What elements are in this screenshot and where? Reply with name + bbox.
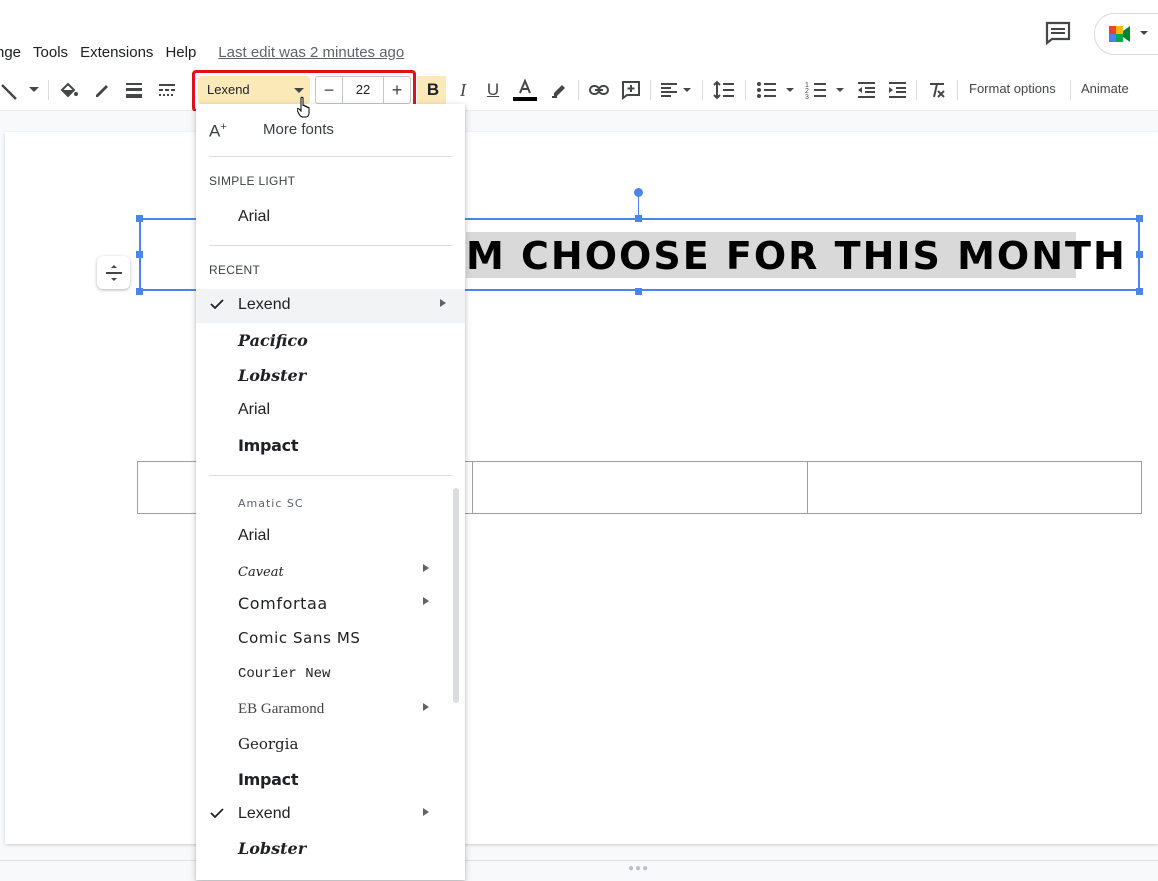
border-color-icon[interactable] bbox=[90, 78, 114, 102]
resize-handle[interactable] bbox=[1136, 288, 1143, 295]
submenu-arrow-icon bbox=[423, 808, 429, 816]
font-option[interactable]: Pacifico bbox=[196, 324, 465, 358]
comment-history-icon[interactable] bbox=[1044, 20, 1072, 46]
bulleted-list-icon[interactable] bbox=[754, 78, 798, 102]
divider bbox=[916, 80, 917, 100]
insert-link-icon[interactable] bbox=[587, 78, 611, 102]
clear-formatting-icon[interactable] bbox=[925, 78, 949, 102]
numbered-list-icon[interactable]: 123 bbox=[804, 78, 848, 102]
font-option-selected[interactable]: Lexend bbox=[196, 798, 465, 832]
submenu-arrow-icon bbox=[423, 597, 429, 605]
font-option[interactable]: Impact bbox=[196, 763, 465, 797]
font-option[interactable]: Lobster bbox=[196, 359, 465, 393]
divider bbox=[702, 80, 703, 100]
font-option[interactable]: Arial bbox=[196, 201, 465, 235]
font-name-label: Lexend bbox=[207, 82, 250, 97]
submenu-arrow-icon bbox=[440, 299, 446, 307]
divider bbox=[650, 80, 651, 100]
font-family-dropdown[interactable]: Lexend bbox=[198, 76, 310, 104]
align-left-icon[interactable] bbox=[658, 78, 694, 102]
drag-handle-icon[interactable]: ●●● bbox=[628, 863, 649, 874]
checkmark-icon bbox=[210, 808, 224, 818]
checkmark-icon bbox=[210, 299, 224, 309]
font-option[interactable]: Comfortaa bbox=[196, 587, 465, 621]
divider bbox=[578, 80, 579, 100]
resize-handle[interactable] bbox=[136, 288, 143, 295]
slide-title[interactable]: M CHOOSE FOR THIS MONTH bbox=[466, 232, 1127, 278]
menu-divider bbox=[209, 245, 453, 246]
divider bbox=[957, 80, 958, 100]
fill-color-icon[interactable] bbox=[56, 78, 80, 102]
menu-arrange[interactable]: nge bbox=[0, 44, 33, 61]
font-option[interactable]: Georgia bbox=[196, 728, 465, 762]
border-weight-icon[interactable] bbox=[122, 78, 146, 102]
line-spacing-icon[interactable] bbox=[711, 78, 737, 102]
menu-divider bbox=[209, 156, 453, 157]
text-color-icon[interactable] bbox=[512, 78, 538, 102]
font-option[interactable]: Caveat bbox=[196, 555, 465, 589]
line-tool-icon[interactable] bbox=[0, 78, 22, 102]
add-font-icon: A+ bbox=[209, 121, 227, 141]
format-options-button[interactable]: Format options bbox=[969, 81, 1056, 96]
submenu-arrow-icon bbox=[423, 564, 429, 572]
table-cell-divider bbox=[472, 462, 473, 513]
table-cell-divider bbox=[807, 462, 808, 513]
font-menu: A+ More fonts SIMPLE LIGHT Arial RECENT … bbox=[196, 104, 465, 880]
font-option[interactable]: Arial bbox=[196, 520, 465, 554]
italic-icon[interactable]: I bbox=[452, 78, 474, 102]
divider bbox=[48, 80, 49, 100]
underline-icon[interactable]: U bbox=[482, 78, 504, 102]
menu-bar: nge Tools Extensions Help Last edit was … bbox=[0, 40, 404, 64]
last-edit-link[interactable]: Last edit was 2 minutes ago bbox=[218, 44, 404, 61]
font-option[interactable]: Amatic SC bbox=[196, 487, 465, 521]
animate-button[interactable]: Animate bbox=[1081, 81, 1129, 96]
resize-handle[interactable] bbox=[1136, 215, 1143, 222]
menu-tools[interactable]: Tools bbox=[33, 44, 80, 61]
resize-handle[interactable] bbox=[635, 288, 642, 295]
hand-cursor-icon bbox=[297, 96, 310, 118]
font-size-input[interactable]: 22 bbox=[342, 77, 384, 103]
divider bbox=[1070, 80, 1071, 100]
decrease-indent-icon[interactable] bbox=[854, 78, 878, 102]
font-option[interactable]: Comic Sans MS bbox=[196, 622, 465, 656]
font-option-selected[interactable]: Lexend bbox=[196, 289, 465, 323]
submenu-arrow-icon bbox=[423, 703, 429, 711]
increase-font-size-button[interactable]: + bbox=[383, 77, 410, 103]
menu-scrollbar[interactable] bbox=[453, 488, 459, 703]
rotation-handle[interactable] bbox=[634, 188, 643, 197]
meet-icon bbox=[1109, 26, 1130, 42]
speaker-notes-divider[interactable] bbox=[0, 860, 1158, 881]
svg-text:3: 3 bbox=[805, 94, 809, 101]
resize-handle[interactable] bbox=[635, 215, 642, 222]
resize-handle[interactable] bbox=[1136, 251, 1143, 258]
chevron-down-icon bbox=[294, 88, 304, 93]
bold-button[interactable]: B bbox=[424, 78, 442, 102]
font-option[interactable]: Courier New bbox=[196, 659, 465, 693]
font-option[interactable]: EB Garamond bbox=[196, 694, 465, 728]
resize-handle[interactable] bbox=[136, 215, 143, 222]
line-dropdown-icon[interactable] bbox=[28, 78, 40, 102]
font-option[interactable]: Arial bbox=[196, 394, 465, 428]
meet-button[interactable] bbox=[1094, 13, 1158, 55]
font-option[interactable]: Lobster bbox=[196, 832, 465, 866]
decrease-font-size-button[interactable]: − bbox=[316, 77, 343, 103]
vertical-align-button[interactable] bbox=[97, 256, 130, 289]
menu-extensions[interactable]: Extensions bbox=[80, 44, 165, 61]
chevron-down-icon bbox=[1140, 31, 1148, 35]
divider bbox=[745, 80, 746, 100]
resize-handle[interactable] bbox=[136, 251, 143, 258]
more-fonts-item[interactable]: A+ More fonts bbox=[196, 116, 465, 146]
highlight-color-icon[interactable] bbox=[547, 78, 571, 102]
vertical-align-icon bbox=[105, 264, 122, 281]
menu-help[interactable]: Help bbox=[165, 44, 208, 61]
font-option[interactable]: Impact bbox=[196, 429, 465, 463]
font-size-stepper[interactable]: − 22 + bbox=[315, 76, 411, 104]
recent-fonts-heading: RECENT bbox=[209, 263, 261, 277]
menu-divider bbox=[209, 475, 453, 476]
more-fonts-label: More fonts bbox=[263, 121, 334, 138]
theme-fonts-heading: SIMPLE LIGHT bbox=[209, 174, 296, 188]
increase-indent-icon[interactable] bbox=[885, 78, 909, 102]
add-comment-icon[interactable] bbox=[619, 78, 643, 102]
border-dash-icon[interactable] bbox=[155, 78, 179, 102]
